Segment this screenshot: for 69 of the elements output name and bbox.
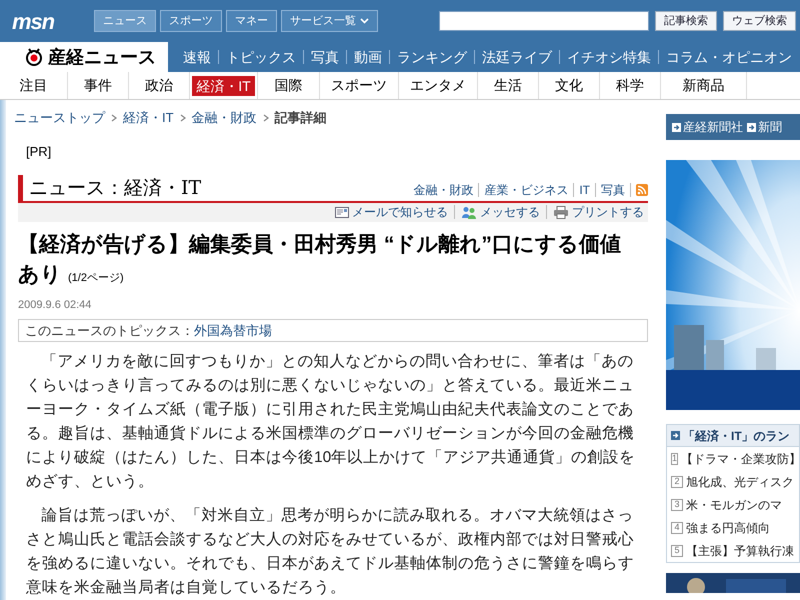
nav-link[interactable]: コラム・オピニオン: [659, 46, 799, 68]
ranking-link[interactable]: 旭化成、光ディスク: [686, 472, 794, 490]
article-headline: 【経済が告げる】編集委員・田村秀男 “ドル離れ”口にする価値あり (1/2ページ): [18, 232, 622, 288]
nav-tab[interactable]: スポーツ: [160, 10, 222, 32]
ranking-link[interactable]: 【主張】予算執行凍: [686, 542, 794, 560]
nav-link[interactable]: ランキング: [390, 46, 474, 68]
breadcrumb-current: 記事詳細: [274, 109, 327, 127]
article-paragraph: 「アメリカを敵に回すつもりか」との知人などからの問い合わせに、筆者は「あのくらいはっきり言ってみるのは別に悪くないじゃないの」と答えている。最近米ニューヨーク・タイムズ紙（電子版）に引用された民主党鳩山由紀夫代表論文のことである。趣旨は、基軸通貨ドルによる米国標準のグローバリゼーションが今回の金融危機により破綻（はたん）した、日本は今後10年以上かけて「アジア共通通貨」の創設をめざす、という。: [26, 352, 636, 492]
ranking-link[interactable]: 【ドラマ・企業攻防】: [681, 450, 800, 468]
sidebar-link[interactable]: 産経新聞社: [672, 118, 743, 136]
topics-label: このニュースのトピックス：: [25, 322, 194, 340]
category-tab[interactable]: 政治: [129, 72, 190, 99]
category-tab[interactable]: 注目: [0, 72, 68, 99]
category-tab[interactable]: スポーツ: [320, 72, 399, 99]
rank-number: 5: [671, 544, 683, 556]
ranking-link[interactable]: 強まる円高傾向: [686, 518, 770, 536]
chevron-icon: [111, 114, 117, 122]
article-paragraph: 論旨は荒っぽいが、「対米自立」思考が明らかに読み取れる。オバマ大統領はさっさと鳩山氏と電話会談するなど大人の対応をみせているが、政権内部では対日警戒心を強めるに違いない。それでも、日本があえてドル基軸体制の危うさに警鐘を鳴らす意味を米金融当局者は自覚しているだろう。: [26, 506, 635, 598]
category-tab[interactable]: 生活: [478, 72, 539, 99]
section-link[interactable]: 金融・財政: [413, 181, 474, 199]
section-link[interactable]: 写真: [601, 181, 625, 199]
nav-link[interactable]: トピックス: [219, 46, 303, 68]
chevron-icon: [262, 114, 269, 122]
category-tab[interactable]: 新商品: [661, 72, 747, 99]
arrow-icon: [672, 122, 681, 132]
chevron-icon: [180, 114, 186, 122]
rank-number: 1: [671, 452, 678, 464]
nav-tab[interactable]: サービス一覧: [281, 10, 378, 32]
breadcrumb-link[interactable]: ニューストップ: [14, 108, 105, 128]
search-field[interactable]: [439, 11, 649, 31]
breadcrumb-link[interactable]: 金融・財政: [192, 108, 257, 128]
nav-link[interactable]: 写真: [304, 46, 346, 68]
section-link[interactable]: 産業・ビジネス: [484, 181, 568, 199]
category-tab[interactable]: 文化: [539, 72, 600, 99]
msn-logo[interactable]: msn: [12, 4, 82, 38]
arrow-icon: [747, 122, 756, 132]
nav-tab[interactable]: マネー: [226, 10, 277, 32]
category-tab[interactable]: 国際: [258, 72, 320, 99]
nav-link[interactable]: 動画: [347, 46, 389, 68]
nav-link[interactable]: イチオシ特集: [560, 46, 658, 68]
rss-icon[interactable]: [636, 184, 648, 196]
section-link[interactable]: IT: [579, 181, 590, 199]
rank-number: 2: [671, 476, 683, 488]
site-logo[interactable]: 産経ニュース: [0, 42, 168, 72]
search-button[interactable]: ウェブ検索: [723, 11, 796, 31]
ranking-title: 「経済・IT」のラン: [683, 428, 790, 444]
tool-link[interactable]: メールで知らせる: [335, 203, 448, 222]
logo-mark-icon: [24, 47, 44, 67]
topic-link[interactable]: 外国為替市場: [194, 320, 272, 340]
category-tab[interactable]: 科学: [600, 72, 661, 99]
tool-link[interactable]: プリントする: [553, 203, 644, 222]
category-tab[interactable]: 事件: [68, 72, 129, 99]
rank-number: 4: [671, 522, 683, 534]
pr-label: [PR]: [26, 142, 52, 161]
nav-link[interactable]: 速報: [176, 46, 218, 68]
breadcrumb-link[interactable]: 経済・IT: [123, 108, 174, 128]
tool-link[interactable]: メッセする: [461, 203, 540, 222]
search-button[interactable]: 記事検索: [655, 11, 717, 31]
ranking-link[interactable]: 米・モルガンのマ: [686, 496, 782, 514]
chevron-icon: [360, 18, 369, 24]
people-icon: [461, 206, 477, 219]
article-date: 2009.9.6 02:44: [18, 298, 92, 313]
rank-number: 3: [671, 498, 683, 510]
category-tab[interactable]: エンタメ: [399, 72, 478, 99]
printer-icon: [553, 206, 569, 219]
sidebar-link[interactable]: 新聞: [747, 118, 782, 136]
nav-link[interactable]: 法廷ライブ: [475, 46, 559, 68]
arrow-icon: [671, 431, 680, 440]
envelope-icon: [335, 206, 349, 218]
